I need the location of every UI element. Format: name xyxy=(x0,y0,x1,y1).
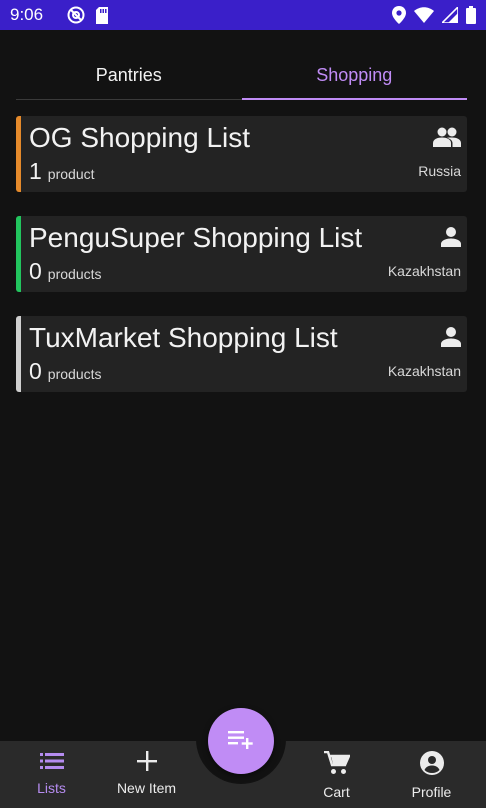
product-count-label: products xyxy=(47,266,102,282)
tab-bar: Pantries Shopping xyxy=(16,52,467,100)
list-title: TuxMarket Shopping List xyxy=(29,322,338,353)
product-count: 1 product xyxy=(29,158,95,185)
card-accent-bar xyxy=(16,216,21,292)
do-not-disturb-icon xyxy=(67,6,85,24)
nav-lists[interactable]: Lists xyxy=(4,741,99,808)
person-icon xyxy=(431,224,461,250)
add-list-fab[interactable] xyxy=(208,708,274,774)
location-icon xyxy=(392,6,406,24)
nav-cart-label: Cart xyxy=(323,784,350,800)
nav-new-item-label: New Item xyxy=(116,780,177,796)
nav-profile-label: Profile xyxy=(411,784,452,800)
status-left: 9:06 xyxy=(10,5,109,25)
signal-icon xyxy=(442,7,458,23)
nav-new-item[interactable]: New Item xyxy=(99,741,194,808)
nav-profile[interactable]: Profile xyxy=(384,741,479,808)
person-icon xyxy=(431,324,461,350)
nav-cart[interactable]: Cart xyxy=(289,741,384,808)
list-title: PenguSuper Shopping List xyxy=(29,222,363,253)
status-bar: 9:06 xyxy=(0,0,486,30)
card-accent-bar xyxy=(16,316,21,392)
list-card-tuxmarket[interactable]: TuxMarket Shopping List 0 products Kazak… xyxy=(16,316,467,392)
status-right xyxy=(392,6,476,24)
product-count-label: product xyxy=(47,166,95,182)
card-accent-bar xyxy=(16,116,21,192)
list-title: OG Shopping List xyxy=(29,122,251,153)
tab-pantries[interactable]: Pantries xyxy=(16,52,242,99)
cart-icon xyxy=(323,750,351,780)
list-country: Kazakhstan xyxy=(387,363,461,379)
shopping-lists: OG Shopping List 1 product Russia PenguS… xyxy=(16,116,467,416)
playlist-add-icon xyxy=(228,729,254,754)
plus-icon xyxy=(136,751,157,776)
wifi-icon xyxy=(414,7,434,23)
sd-card-icon xyxy=(95,6,109,24)
product-count-label: products xyxy=(47,366,102,382)
product-count: 0 products xyxy=(29,358,102,385)
list-card-og[interactable]: OG Shopping List 1 product Russia xyxy=(16,116,467,192)
tab-pantries-label: Pantries xyxy=(95,65,162,85)
list-card-pengusuper[interactable]: PenguSuper Shopping List 0 products Kaza… xyxy=(16,216,467,292)
product-count-number: 1 xyxy=(29,158,42,184)
account-circle-icon xyxy=(419,751,444,780)
product-count-number: 0 xyxy=(29,358,42,384)
list-country: Kazakhstan xyxy=(387,263,461,279)
list-icon xyxy=(39,751,64,776)
battery-icon xyxy=(466,6,476,24)
status-time: 9:06 xyxy=(10,5,44,24)
tab-shopping-label: Shopping xyxy=(316,65,393,85)
tab-shopping[interactable]: Shopping xyxy=(241,52,468,100)
list-country: Russia xyxy=(418,163,461,179)
product-count: 0 products xyxy=(29,258,102,285)
group-icon xyxy=(431,124,461,150)
nav-lists-label: Lists xyxy=(37,780,66,796)
product-count-number: 0 xyxy=(29,258,42,284)
